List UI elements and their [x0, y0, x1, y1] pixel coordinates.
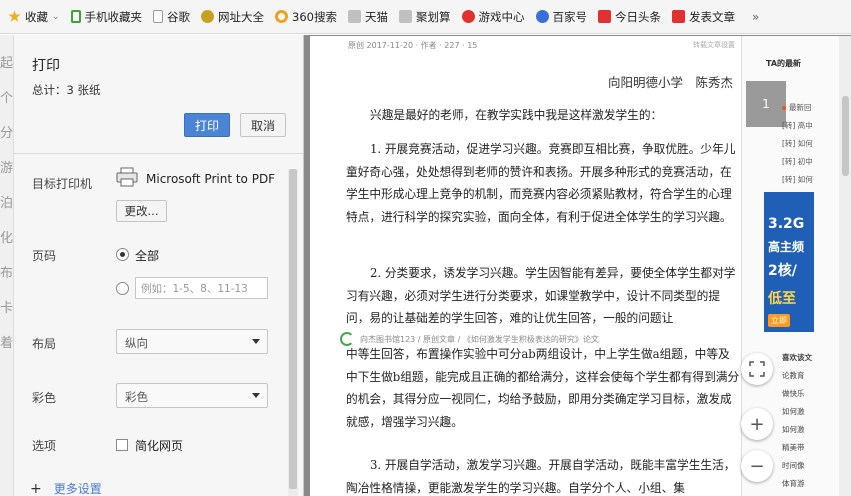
- bookmark-tmall[interactable]: 天猫: [348, 9, 388, 25]
- layout-select[interactable]: 纵向: [116, 329, 268, 354]
- grid-icon: [399, 10, 412, 23]
- sidebar-item[interactable]: 最新回: [782, 102, 812, 113]
- sidebar-item[interactable]: [转] 如何: [782, 138, 813, 149]
- page-meta-right: 转载文章设置: [693, 41, 735, 49]
- bookmarks-bar: 收藏 ⌄ 手机收藏夹 谷歌 网址大全 360搜索 天猫 聚划算 游戏中心 百家号 …: [0, 0, 851, 34]
- chevron-down-icon: [252, 339, 260, 344]
- simplify-page-checkbox[interactable]: [116, 439, 128, 451]
- printer-icon: [116, 167, 138, 187]
- sidebar-sub-item[interactable]: 如何激: [782, 424, 805, 435]
- layout-label: 布局: [32, 337, 57, 351]
- panel-scrollbar-thumb[interactable]: [289, 169, 297, 489]
- options-label: 选项: [32, 439, 57, 453]
- page-range-input[interactable]: 例如：1-5、8、11-13: [135, 277, 268, 299]
- game-icon: [461, 10, 475, 23]
- article-author: 向阳明德小学 陈秀杰: [607, 75, 733, 90]
- print-title: 打印: [32, 58, 60, 74]
- color-select[interactable]: 彩色: [116, 383, 268, 408]
- sidebar-subtitle: 喜欢该文: [782, 353, 812, 362]
- background-page-edge: 起 个 分 游 泊 化 布 卡 着: [0, 35, 14, 496]
- fit-page-icon: [749, 361, 765, 377]
- color-label: 彩色: [32, 391, 57, 405]
- sidebar-sub-item[interactable]: 论教育: [782, 370, 805, 381]
- article-paragraph-3: 3. 开展自学活动，激发学习兴趣。开展自学活动，既能丰富学生生活，陶冶性格情操，…: [346, 458, 736, 495]
- page-thumbnail[interactable]: 1: [746, 81, 786, 127]
- phone-icon: [70, 10, 81, 23]
- zoom-in-button[interactable]: +: [741, 408, 773, 440]
- globe-icon: [201, 10, 215, 23]
- bookmark-baijiahao[interactable]: 百家号: [535, 9, 587, 25]
- article-paragraph-2: 2. 分类要求，诱发学习兴趣。学生因智能有差异，要使全体学生都对学习有兴趣，必须…: [346, 266, 736, 325]
- fit-to-page-button[interactable]: [741, 353, 773, 385]
- sidebar-sub-item[interactable]: 体育游: [782, 478, 805, 489]
- article-intro: 兴趣是最好的老师，在教学实践中我是这样激发学生的：: [370, 108, 663, 122]
- bookmark-juhuasuan[interactable]: 聚划算: [399, 9, 451, 25]
- bookmark-mobile[interactable]: 手机收藏夹: [70, 9, 142, 25]
- sidebar-item[interactable]: [转] 如何: [782, 174, 813, 185]
- panel-divider: [14, 153, 303, 154]
- sidebar-item[interactable]: [转] 初中: [782, 156, 813, 167]
- bookmark-url-directory[interactable]: 网址大全: [201, 9, 264, 25]
- printer-label: 目标打印机: [32, 177, 93, 191]
- sidebar-title: TA的最新: [766, 59, 802, 68]
- article-paragraph-1: 1. 开展竞赛活动，促进学习兴趣。竞赛即互相比赛，争取优胜。少年儿童好奇心强，处…: [346, 142, 736, 224]
- sidebar-sub-item[interactable]: 做快乐: [782, 388, 805, 399]
- bookmark-publish[interactable]: 发表文章: [672, 9, 735, 25]
- zoom-out-button[interactable]: −: [741, 450, 773, 482]
- news-icon: [672, 10, 685, 23]
- sheet-total: 总计：3 张纸: [32, 83, 101, 97]
- pages-label: 页码: [32, 249, 57, 263]
- bookmark-favorites[interactable]: 收藏 ⌄: [8, 9, 60, 25]
- bookmark-google[interactable]: 谷歌: [153, 9, 190, 25]
- printer-name: Microsoft Print to PDF: [146, 172, 276, 186]
- cancel-button[interactable]: 取消: [240, 113, 286, 137]
- article-paragraph-2-cont: 中等生回答，布置操作实验中可分ab两组设计，中上学生做a组题，中等及中下生做b组…: [346, 347, 740, 429]
- chevron-down-icon: ⌄: [52, 11, 60, 22]
- bookmark-toutiao[interactable]: 今日头条: [598, 9, 661, 25]
- sidebar-sub-item[interactable]: 时间像: [782, 460, 805, 471]
- more-settings-link[interactable]: + 更多设置: [30, 480, 102, 496]
- pages-all-radio[interactable]: [116, 248, 129, 261]
- bookmark-360-search[interactable]: 360搜索: [275, 9, 337, 25]
- panel-scrollbar[interactable]: [288, 169, 298, 496]
- page-icon: [153, 10, 164, 23]
- print-settings-panel: 打印 总计：3 张纸 打印 取消 目标打印机 Microsoft Print t…: [14, 35, 304, 496]
- preview-scrollbar-thumb[interactable]: [842, 96, 849, 176]
- grid-icon: [348, 10, 361, 23]
- sidebar-sub-item[interactable]: 精美带: [782, 442, 805, 453]
- news-icon: [598, 10, 611, 23]
- chevron-down-icon: [252, 393, 260, 398]
- pages-range-radio[interactable]: [116, 282, 129, 295]
- paw-icon: [535, 10, 549, 23]
- preview-page: 原创 2017-11-20 · 作者 · 227 · 15 转载文章设置 向阳明…: [310, 36, 741, 496]
- preview-scrollbar[interactable]: [839, 36, 851, 496]
- more-bookmarks-icon[interactable]: »: [752, 10, 759, 24]
- simplify-page-label: 简化网页: [135, 439, 184, 453]
- star-icon: [8, 10, 21, 22]
- circle-icon: [275, 10, 289, 23]
- pages-all-label: 全部: [135, 249, 160, 263]
- sidebar-item[interactable]: [转] 高中: [782, 120, 813, 131]
- sidebar-sub-item[interactable]: 如何激: [782, 406, 805, 417]
- print-button[interactable]: 打印: [184, 113, 230, 137]
- bookmark-game-center[interactable]: 游戏中心: [461, 9, 525, 25]
- plus-icon: +: [30, 480, 42, 496]
- page-meta: 原创 2017-11-20 · 作者 · 227 · 15: [348, 41, 478, 50]
- advertisement-banner[interactable]: 3.2G 高主频 2核/ 低至 立即: [764, 192, 814, 332]
- change-printer-button[interactable]: 更改...: [116, 200, 167, 222]
